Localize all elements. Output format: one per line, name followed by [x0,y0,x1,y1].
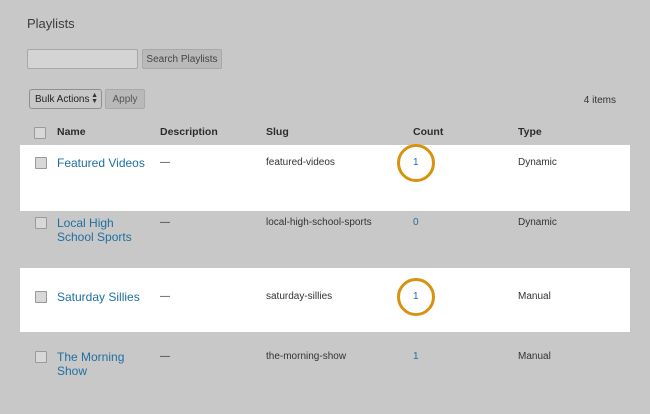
playlist-name-line: The Morning [57,350,125,364]
count-link[interactable]: 0 [413,217,419,228]
row-checkbox[interactable] [35,351,47,363]
row-checkbox[interactable] [35,217,47,229]
items-count: 4 items [583,95,616,106]
type-cell: Dynamic [518,157,557,168]
table-row [20,145,630,211]
count-link[interactable]: 1 [413,351,419,362]
type-cell: Manual [518,351,551,362]
select-arrows-icon: ▲ ▼ [91,92,98,105]
slug-cell: featured-videos [266,157,335,168]
highlight-circle-annotation [397,278,435,316]
description-cell: — [160,157,170,168]
bulk-actions-selected-label: Bulk Actions [35,93,90,105]
search-playlists-button[interactable]: Search Playlists [142,49,222,69]
search-input[interactable] [27,49,138,69]
apply-button[interactable]: Apply [105,89,145,109]
playlist-name-line: School Sports [57,230,132,244]
playlist-name-link[interactable]: Saturday Sillies [57,290,140,304]
column-header-slug[interactable]: Slug [266,126,289,138]
bulk-actions-select[interactable]: Bulk Actions ▲ ▼ [29,89,102,109]
description-cell: — [160,217,170,228]
playlist-name-line: Show [57,364,88,378]
slug-cell: local-high-school-sports [266,217,372,228]
slug-cell: the-morning-show [266,351,347,362]
type-cell: Manual [518,291,551,302]
playlist-name-link[interactable]: The Morning Show [57,350,124,378]
playlist-name-link[interactable]: Featured Videos [57,156,145,170]
column-header-name[interactable]: Name [57,126,86,138]
playlist-name-line: Local High [57,216,114,230]
page-title: Playlists [27,16,75,31]
row-checkbox[interactable] [35,291,47,303]
column-header-description: Description [160,126,218,138]
type-cell: Dynamic [518,217,557,228]
highlight-circle-annotation [397,144,435,182]
playlist-name-link[interactable]: Local High School Sports [57,216,132,244]
description-cell: — [160,291,170,302]
description-cell: — [160,351,170,362]
column-header-type: Type [518,126,542,138]
column-header-count[interactable]: Count [413,126,443,138]
slug-cell: saturday-sillies [266,291,333,302]
select-all-checkbox[interactable] [34,127,46,139]
row-checkbox[interactable] [35,157,47,169]
